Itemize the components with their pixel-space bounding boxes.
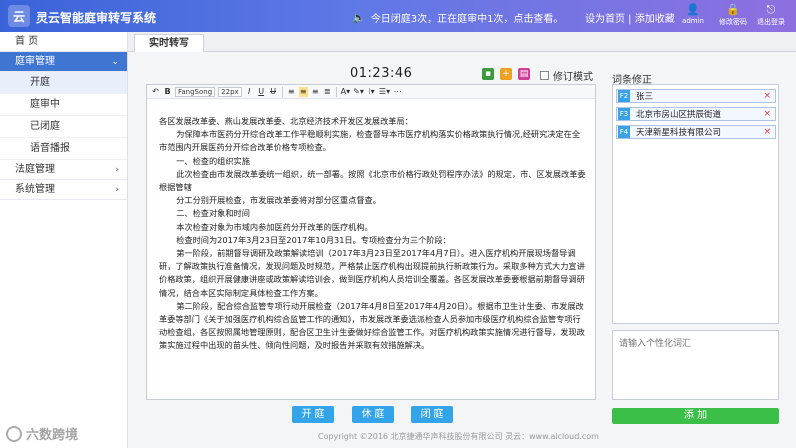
strikethrough-button[interactable]: U: [269, 87, 278, 97]
more-icon[interactable]: ⋯: [393, 87, 402, 97]
term-item[interactable]: F3 北京市房山区拱辰街道 ×: [616, 107, 776, 121]
revision-mode-label: 修订模式: [553, 72, 593, 83]
recess-button[interactable]: 休 庭: [352, 406, 394, 423]
transcript-paragraph: 分工分别开展检查，市发展改革委将对部分区重点督查。: [176, 195, 381, 206]
delete-icon[interactable]: ×: [763, 91, 771, 101]
add-favorite-link[interactable]: 添加收藏: [635, 14, 675, 25]
sidebar-item-home[interactable]: 首 页: [0, 32, 127, 52]
term-text: 张三: [636, 92, 654, 102]
sidebar-item-label: 法庭管理: [15, 164, 55, 175]
align-left-icon[interactable]: ≡: [287, 87, 296, 97]
tab-realtime-transcription[interactable]: 实时转写: [134, 34, 204, 52]
highlight-icon[interactable]: ✎▾: [353, 87, 364, 97]
transcript-paragraph: 为保障本市医药分开综合改革工作平稳顺利实施，检查督导本市医疗机构落实价格政策执行…: [159, 129, 581, 153]
user-icon: 👤: [686, 3, 700, 16]
transcript-paragraph: 二、检查对象和时间: [176, 208, 250, 219]
change-password-button[interactable]: 🔒 修改密码: [716, 3, 750, 29]
term-hotkey-badge: F4: [618, 126, 630, 138]
app-title: 灵云智能庭审转写系统: [36, 11, 157, 25]
sidebar-subitem-open-court[interactable]: 开庭: [0, 72, 127, 94]
transcript-editor[interactable]: ↶ B FangSong 22px I U U ≡ ≡ ≡ ≣ A▾ ✎▾ ⁝▾…: [146, 84, 596, 400]
transcript-paragraph: 第一阶段，前期督导调研及政策解读培训（2017年3月23日至2017年4月7日）…: [159, 248, 585, 298]
bold-button[interactable]: B: [163, 87, 172, 97]
term-hotkey-badge: F3: [618, 108, 630, 120]
font-size-select[interactable]: 22px: [218, 86, 242, 97]
watermark-text: 六数跨境: [26, 428, 79, 443]
app-logo: 云: [8, 5, 30, 27]
sidebar: 首 页 庭审管理 ⌄ 开庭 庭审中 已闭庭 语音播报 法庭管理 › 系统管理 ›: [0, 32, 128, 448]
watermark: 六数跨境: [6, 424, 78, 443]
sidebar-subitem-voice-broadcast[interactable]: 语音播报: [0, 138, 127, 160]
admin-label: admin: [682, 17, 704, 25]
export-icon[interactable]: +: [500, 68, 512, 80]
custom-term-input[interactable]: [612, 330, 779, 400]
term-text: 天津新星科技有限公司: [636, 128, 722, 138]
header-links: 设为首页 | 添加收藏: [585, 10, 675, 25]
transcript-paragraph: 检查时间为2017年3月23日至2017年10月31日。专项检查分为三个阶段：: [176, 234, 451, 245]
trial-notice[interactable]: 🔈 今日闭庭3次，正在庭审中1次，点击查看。: [352, 10, 563, 25]
copyright-footer: Copyright ©2016 北京捷通华声科技股份有限公司 灵云：www.ai…: [318, 432, 599, 441]
revision-mode-checkbox[interactable]: [540, 71, 549, 80]
speaker-icon: 🔈: [352, 11, 366, 24]
sidebar-item-court-management[interactable]: 法庭管理 ›: [0, 160, 127, 180]
delete-icon[interactable]: ×: [763, 109, 771, 119]
editor-tools: ▪ + ▤: [482, 68, 530, 80]
align-center-icon[interactable]: ≡: [298, 86, 308, 97]
align-right-icon[interactable]: ≡: [311, 87, 320, 97]
admin-button[interactable]: 👤 admin: [676, 3, 710, 29]
set-home-link[interactable]: 设为首页: [585, 14, 625, 25]
trial-timer: 01:23:46: [350, 66, 413, 81]
term-list: F2 张三 × F3 北京市房山区拱辰街道 × F4 天津新星科技有限公司 ×: [612, 84, 779, 324]
add-term-button[interactable]: 添 加: [612, 408, 779, 424]
watermark-logo-icon: [6, 425, 22, 442]
transcript-paragraph: 第二阶段，配合综合监管专项行动开展检查（2017年4月8日至2017年4月20日…: [159, 300, 585, 351]
close-court-button[interactable]: 闭 庭: [411, 406, 453, 423]
delete-icon[interactable]: ×: [763, 127, 771, 137]
tab-bar: 实时转写: [128, 32, 796, 52]
top-header: 云 灵云智能庭审转写系统 🔈 今日闭庭3次，正在庭审中1次，点击查看。 设为首页…: [0, 0, 796, 32]
transcript-paragraph: 一、检查的组织实施: [176, 155, 250, 166]
sidebar-item-system-management[interactable]: 系统管理 ›: [0, 180, 127, 200]
toolbar-divider: [335, 86, 337, 97]
save-icon[interactable]: ▪: [482, 68, 494, 80]
term-item[interactable]: F4 天津新星科技有限公司 ×: [616, 125, 776, 139]
transcript-paragraph: 本次检查对象为市域内参加医药分开改革的医疗机构。: [176, 221, 373, 232]
italic-button[interactable]: I: [245, 87, 254, 97]
change-password-label: 修改密码: [719, 18, 747, 26]
undo-icon[interactable]: ↶: [151, 87, 160, 97]
logout-label: 退出登录: [757, 18, 785, 26]
chevron-right-icon: ›: [115, 185, 119, 195]
underline-button[interactable]: U: [257, 87, 266, 97]
chevron-down-icon: ⌄: [111, 57, 119, 67]
print-icon[interactable]: ▤: [518, 68, 530, 80]
transcript-text[interactable]: 各区发展改革委、燕山发展改革委、北京经济技术开发区发展改革局： 为保障本市医药分开…: [159, 115, 587, 353]
revision-mode-toggle[interactable]: 修订模式: [540, 68, 593, 83]
term-hotkey-badge: F2: [618, 90, 630, 102]
font-family-select[interactable]: FangSong: [175, 86, 216, 97]
font-color-icon[interactable]: A▾: [341, 87, 351, 97]
justify-icon[interactable]: ≣: [323, 87, 332, 97]
toolbar-divider: [281, 86, 283, 97]
lock-icon: 🔒: [726, 3, 740, 16]
term-text: 北京市房山区拱辰街道: [636, 110, 722, 120]
logout-icon: ⎋: [766, 3, 776, 16]
transcript-paragraph: 此次检查由市发展改革委统一组织，统一部署。按照《北京市价格行政处罚程序办法》的规…: [159, 168, 586, 193]
open-court-button[interactable]: 开 庭: [292, 406, 334, 423]
ordered-list-icon[interactable]: ⁝▾: [367, 87, 376, 97]
unordered-list-icon[interactable]: ☰▾: [379, 87, 390, 97]
term-item[interactable]: F2 张三 ×: [616, 89, 776, 103]
sidebar-item-trial-management[interactable]: 庭审管理 ⌄: [0, 52, 127, 72]
trial-notice-text[interactable]: 今日闭庭3次，正在庭审中1次，点击查看。: [371, 10, 564, 25]
logout-button[interactable]: ⎋ 退出登录: [754, 3, 788, 29]
chevron-right-icon: ›: [115, 165, 119, 175]
link-separator: |: [625, 14, 635, 25]
sidebar-subitem-in-trial[interactable]: 庭审中: [0, 94, 127, 116]
transcript-paragraph: 各区发展改革委、燕山发展改革委、北京经济技术开发区发展改革局：: [159, 116, 413, 126]
sidebar-item-label: 系统管理: [15, 184, 55, 195]
sidebar-subitem-closed[interactable]: 已闭庭: [0, 116, 127, 138]
sidebar-item-label: 庭审管理: [15, 56, 55, 67]
editor-toolbar: ↶ B FangSong 22px I U U ≡ ≡ ≡ ≣ A▾ ✎▾ ⁝▾…: [147, 85, 595, 99]
